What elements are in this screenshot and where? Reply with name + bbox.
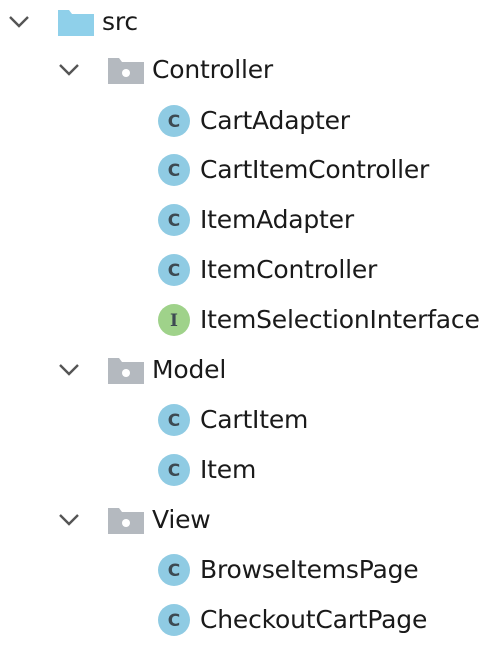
tree-node-checkoutcartpage[interactable]: C CheckoutCartPage [157,598,427,642]
tree-label-view: View [152,505,211,534]
tree-node-cartitemcontroller[interactable]: C CartItemController [157,148,429,192]
tree-label-controller: Controller [152,55,273,84]
tree-node-view[interactable]: View [56,498,211,542]
package-icon [108,506,144,534]
tree-label-itemcontroller: ItemController [200,255,378,284]
tree-node-item[interactable]: C Item [157,448,256,492]
tree-label-cartitemcontroller: CartItemController [200,155,430,184]
project-tree: src Controller C CartAdapter C CartItemC… [0,0,501,646]
tree-label-src: src [102,7,138,36]
tree-node-controller[interactable]: Controller [56,48,273,92]
class-icon: C [157,253,191,287]
tree-node-cartitem[interactable]: C CartItem [157,398,308,442]
tree-node-itemselectioninterface[interactable]: I ItemSelectionInterface [157,298,480,342]
tree-node-browseitemspage[interactable]: C BrowseItemsPage [157,548,419,592]
class-icon: C [157,453,191,487]
tree-label-cartitem: CartItem [200,405,309,434]
interface-icon: I [157,303,191,337]
tree-node-itemcontroller[interactable]: C ItemController [157,248,377,292]
chevron-down-icon[interactable] [6,9,32,35]
class-icon: C [157,104,191,138]
tree-node-cartadapter[interactable]: C CartAdapter [157,99,350,143]
tree-node-itemadapter[interactable]: C ItemAdapter [157,198,354,242]
tree-label-checkoutcartpage: CheckoutCartPage [200,605,428,634]
class-badge-letter: C [168,161,180,181]
chevron-down-icon[interactable] [56,507,82,533]
tree-label-item: Item [200,455,257,484]
tree-label-cartadapter: CartAdapter [200,106,350,135]
chevron-down-icon[interactable] [56,357,82,383]
tree-node-model[interactable]: Model [56,348,226,392]
chevron-down-icon[interactable] [56,57,82,83]
class-icon: C [157,553,191,587]
class-badge-letter: C [168,112,180,132]
tree-label-browseitemspage: BrowseItemsPage [200,555,419,584]
class-icon: C [157,403,191,437]
interface-badge-letter: I [170,311,178,331]
class-badge-letter: C [168,611,180,631]
class-badge-letter: C [168,411,180,431]
folder-icon [58,8,94,36]
tree-label-itemselectioninterface: ItemSelectionInterface [200,305,480,334]
tree-node-src[interactable]: src [6,0,138,44]
class-icon: C [157,203,191,237]
class-icon: C [157,603,191,637]
tree-label-model: Model [152,355,227,384]
class-badge-letter: C [168,211,180,231]
package-icon [108,56,144,84]
class-badge-letter: C [168,561,180,581]
class-badge-letter: C [168,461,180,481]
package-icon [108,356,144,384]
class-icon: C [157,153,191,187]
class-badge-letter: C [168,261,180,281]
tree-label-itemadapter: ItemAdapter [200,205,354,234]
